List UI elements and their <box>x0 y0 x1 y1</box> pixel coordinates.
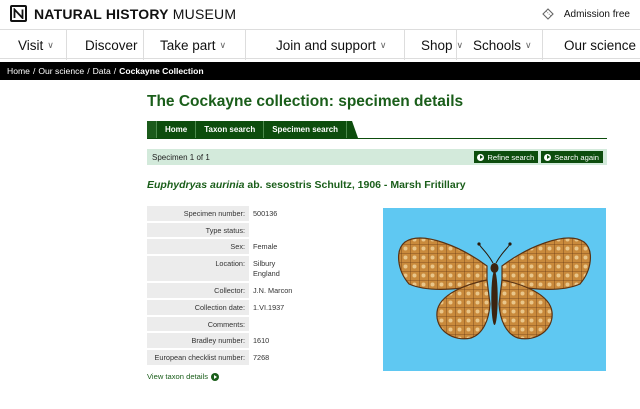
detail-value: 500136 <box>253 209 278 218</box>
refine-search-button[interactable]: Refine search <box>474 151 539 163</box>
species-authority: ab. sesostris Schultz, 1906 - Marsh Frit… <box>244 179 466 191</box>
detail-value: Silbury England <box>249 256 352 281</box>
detail-label: Type status: <box>147 223 249 237</box>
breadcrumb-our-science[interactable]: Our science <box>38 66 84 76</box>
breadcrumb-data[interactable]: Data <box>93 66 111 76</box>
tab-specimen-search[interactable]: Specimen search <box>263 121 347 138</box>
detail-value: J.N. Marcon <box>253 286 293 295</box>
nav-visit[interactable]: Visit ∨ <box>0 30 67 60</box>
chevron-down-icon: ∨ <box>379 39 387 50</box>
nav-join-and-support[interactable]: Join and support ∨ <box>246 30 405 60</box>
detail-row-type-status: Type status: <box>147 223 352 237</box>
specimen-details-table: Specimen number: 500136 Type status: Sex:… <box>147 206 352 367</box>
species-heading: Euphydryas aurinia ab. sesostris Schultz… <box>147 179 466 191</box>
tab-bar-start <box>147 121 156 138</box>
detail-value: 7268 <box>253 353 270 362</box>
tab-bar-end <box>346 121 359 138</box>
detail-value: Female <box>253 242 278 251</box>
detail-label: Sex: <box>147 239 249 254</box>
specimen-photo[interactable] <box>383 208 606 371</box>
nav-take-part-label: Take part <box>160 37 216 53</box>
logo-wordmark: NATURAL HISTORY MUSEUM <box>34 5 237 22</box>
detail-label: Bradley number: <box>147 333 249 348</box>
arrow-circle-icon <box>211 372 220 381</box>
detail-label: Collection date: <box>147 300 249 315</box>
search-again-button[interactable]: Search again <box>541 151 603 163</box>
detail-row-european-checklist: European checklist number: 7268 <box>147 350 352 365</box>
detail-value <box>249 223 352 237</box>
detail-row-location: Location: Silbury England <box>147 256 352 281</box>
nav-visit-label: Visit <box>18 37 44 53</box>
breadcrumb-current: Cockayne Collection <box>119 66 204 76</box>
arrow-circle-icon <box>477 153 485 161</box>
collection-tabs: Home Taxon search Specimen search <box>147 121 359 138</box>
nav-our-science[interactable]: Our science <box>543 30 640 60</box>
nhm-n-logo-icon <box>10 5 27 22</box>
arrow-circle-icon <box>544 153 552 161</box>
nav-join-label: Join and support <box>276 37 376 53</box>
detail-row-specimen-number: Specimen number: 500136 <box>147 206 352 221</box>
detail-row-bradley-number: Bradley number: 1610 <box>147 333 352 348</box>
nav-discover[interactable]: Discover <box>67 30 144 60</box>
main-nav: Visit ∨ Discover Take part ∨ Join and supp… <box>0 29 640 60</box>
nav-schools[interactable]: Schools ∨ <box>457 30 543 60</box>
detail-row-collection-date: Collection date: 1.VI.1937 <box>147 300 352 315</box>
location-line: England <box>253 269 280 278</box>
nav-shop[interactable]: Shop ∨ <box>405 30 463 60</box>
nav-our-science-label: Our science <box>564 37 637 53</box>
nav-take-part[interactable]: Take part ∨ <box>144 30 246 60</box>
search-again-label: Search again <box>554 152 599 162</box>
breadcrumb: Home / Our science / Data / Cockayne Collec… <box>0 62 640 80</box>
detail-row-sex: Sex: Female <box>147 239 352 254</box>
breadcrumb-home[interactable]: Home <box>7 66 30 76</box>
detail-label: Collector: <box>147 283 249 298</box>
detail-value <box>249 317 352 331</box>
detail-value: 1610 <box>253 336 270 345</box>
chevron-down-icon: ∨ <box>47 39 54 50</box>
view-taxon-details-link[interactable]: View taxon details <box>147 372 220 381</box>
admission-link[interactable]: Admission free <box>541 7 630 21</box>
site-logo[interactable]: NATURAL HISTORY MUSEUM <box>10 5 236 22</box>
page-title: The Cockayne collection: specimen detail… <box>147 93 464 110</box>
specimen-count: Specimen 1 of 1 <box>152 152 210 162</box>
refine-search-label: Refine search <box>487 152 535 162</box>
nav-schools-label: Schools <box>473 37 522 53</box>
chevron-down-icon: ∨ <box>525 39 532 50</box>
tab-underline <box>147 138 607 139</box>
detail-row-comments: Comments: <box>147 317 352 331</box>
butterfly-specimen-image <box>398 237 591 340</box>
nav-shop-label: Shop <box>421 37 453 53</box>
site-header: NATURAL HISTORY MUSEUM Admission free <box>0 0 640 28</box>
detail-label: Comments: <box>147 317 249 331</box>
chevron-down-icon: ∨ <box>219 39 227 50</box>
detail-label: Specimen number: <box>147 206 249 221</box>
tab-taxon-search[interactable]: Taxon search <box>195 121 264 138</box>
detail-value: 1.VI.1937 <box>253 303 285 312</box>
species-binomial: Euphydryas aurinia <box>147 179 245 191</box>
detail-row-collector: Collector: J.N. Marcon <box>147 283 352 298</box>
nav-discover-label: Discover <box>85 37 138 53</box>
detail-label: European checklist number: <box>147 350 249 365</box>
ticket-icon <box>542 8 554 20</box>
admission-label: Admission free <box>563 8 630 20</box>
view-taxon-label: View taxon details <box>147 372 209 381</box>
tab-home[interactable]: Home <box>156 121 196 138</box>
results-bar: Specimen 1 of 1 Refine search Search aga… <box>147 149 607 165</box>
detail-label: Location: <box>147 256 249 281</box>
location-line: Silbury <box>253 259 276 268</box>
